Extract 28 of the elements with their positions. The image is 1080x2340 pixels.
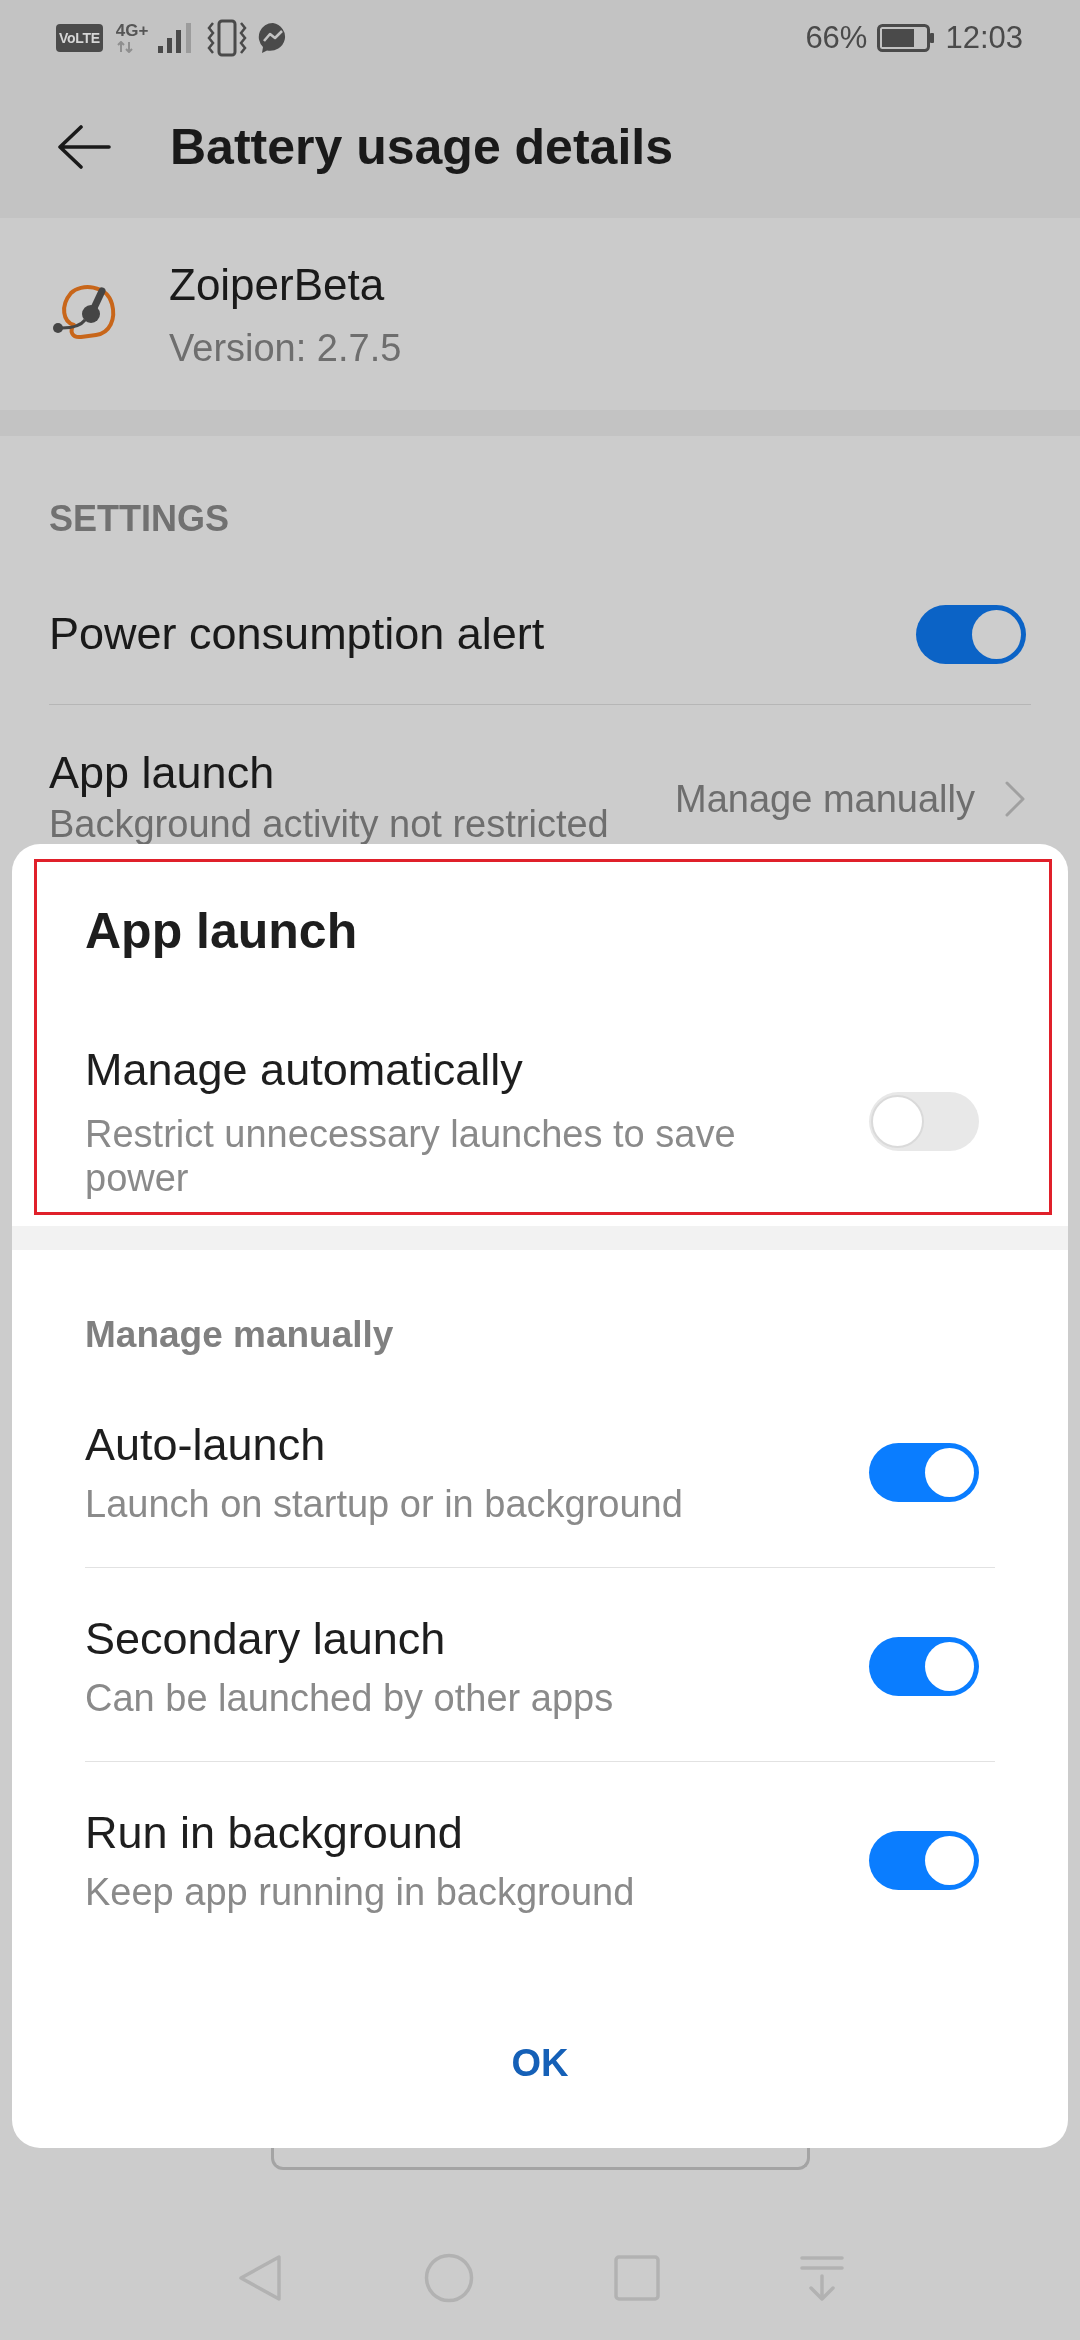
section-heading: Manage manually xyxy=(85,1313,395,1357)
ok-button[interactable]: OK xyxy=(90,2013,990,2113)
setting-value[interactable]: Manage manually xyxy=(675,776,975,822)
vibrate-icon xyxy=(206,17,249,58)
dialog-title: App launch xyxy=(85,902,358,961)
chevron-right-icon xyxy=(1005,781,1025,817)
app-version: Version: 2.7.5 xyxy=(169,325,402,371)
section-heading: SETTINGS xyxy=(49,497,231,541)
app-name: ZoiperBeta xyxy=(169,258,386,311)
option-subtitle: Launch on startup or in background xyxy=(85,1482,683,1526)
data-activity-icon xyxy=(115,41,134,53)
battery-percentage: 66% xyxy=(805,19,868,56)
screen-title: Battery usage details xyxy=(170,117,673,177)
option-title: Manage automatically xyxy=(85,1043,524,1097)
option-title: Run in background xyxy=(85,1806,464,1860)
setting-title: Power consumption alert xyxy=(49,609,545,659)
battery-icon xyxy=(877,23,936,52)
status-time: 12:03 xyxy=(945,19,1023,56)
option-subtitle: Can be launched by other apps xyxy=(85,1676,614,1720)
setting-subtitle: Background activity not restricted xyxy=(49,806,609,842)
back-icon[interactable] xyxy=(57,124,111,169)
volte-badge: VoLTE xyxy=(56,23,103,52)
option-subtitle: Keep app running in background xyxy=(85,1870,635,1914)
network-type: 4G+ xyxy=(115,22,149,40)
setting-title: App launch xyxy=(49,748,276,798)
option-title: Auto-launch xyxy=(85,1418,327,1472)
option-title: Secondary launch xyxy=(85,1612,447,1666)
option-subtitle: Restrict unnecessary launches to save power xyxy=(85,1112,737,1200)
